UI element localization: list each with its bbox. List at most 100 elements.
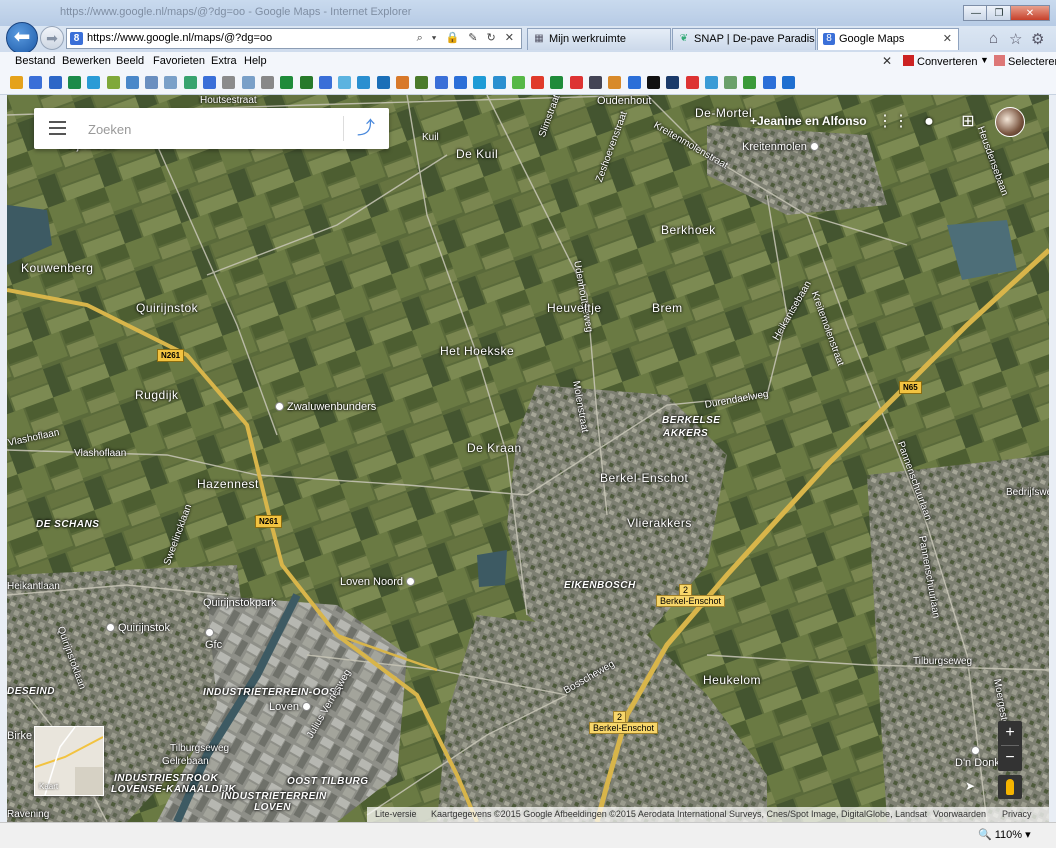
hamburger-menu-icon[interactable] — [49, 121, 66, 135]
window-close-button[interactable]: ✕ — [1010, 5, 1050, 21]
favorite-link-icon[interactable] — [627, 76, 641, 89]
favorite-link-icon[interactable] — [724, 76, 738, 89]
favorite-link-icon[interactable] — [222, 76, 236, 89]
home-icon[interactable]: ⌂ — [989, 30, 998, 47]
avatar[interactable] — [995, 107, 1025, 137]
tab-google-maps[interactable]: 8 Google Maps ✕ — [817, 28, 959, 50]
close-toolbar-icon[interactable]: ✕ — [882, 54, 892, 68]
poi-kreitenmolen[interactable]: Kreitenmolen — [742, 141, 822, 153]
place-label: Berkhoek — [661, 223, 716, 237]
back-button[interactable]: ⬅ — [6, 22, 38, 54]
poi-label: Zwaluwenbunders — [287, 401, 377, 413]
poi-loven[interactable]: Loven — [269, 701, 314, 713]
poi-gfc[interactable]: Gfc — [205, 627, 222, 651]
favorite-link-icon[interactable] — [280, 76, 294, 89]
search-input[interactable] — [86, 118, 330, 140]
favorite-link-icon[interactable] — [473, 76, 487, 89]
place-label: LOVEN — [254, 802, 291, 813]
poi-zwaluwenbunders[interactable]: Zwaluwenbunders — [275, 401, 376, 413]
street-view-pegman-icon[interactable] — [998, 775, 1022, 799]
directions-icon[interactable]: ⤴ — [356, 118, 376, 138]
search-divider — [343, 116, 344, 141]
convert-button[interactable]: Converteren — [903, 55, 978, 68]
favorite-link-icon[interactable] — [203, 76, 216, 89]
menu-extra[interactable]: Extra — [211, 55, 237, 67]
address-bar-icons[interactable]: ⌕ ▾ 🔒 ✎ ↻ ✕ — [417, 31, 517, 45]
favorite-link-icon[interactable] — [10, 76, 23, 89]
favorite-link-icon[interactable] — [357, 76, 371, 89]
user-name-link[interactable]: +Jeanine en Alfonso — [750, 114, 867, 128]
zoom-out-button[interactable]: − — [998, 746, 1022, 770]
favorite-link-icon[interactable] — [396, 76, 409, 89]
apps-grid-icon[interactable]: ⋮⋮ — [877, 111, 909, 133]
favorite-link-icon[interactable] — [299, 76, 313, 89]
favorite-link-icon[interactable] — [260, 76, 274, 89]
favorite-link-icon[interactable] — [569, 76, 583, 89]
favorite-link-icon[interactable] — [318, 76, 332, 89]
privacy-link[interactable]: Privacy — [1002, 809, 1032, 819]
favorite-link-icon[interactable] — [48, 76, 62, 89]
address-url[interactable]: https://www.google.nl/maps/@?dg=oo — [87, 32, 272, 44]
favorite-link-icon[interactable] — [782, 76, 795, 89]
forward-button[interactable]: ➡ — [40, 26, 64, 50]
poi-loven-noord[interactable]: Loven Noord — [340, 576, 418, 588]
favorite-link-icon[interactable] — [743, 76, 757, 89]
favorite-link-icon[interactable] — [415, 76, 429, 89]
menu-help[interactable]: Help — [244, 55, 267, 67]
menu-favorieten[interactable]: Favorieten — [153, 55, 205, 67]
favorite-link-icon[interactable] — [434, 76, 448, 89]
favorite-link-icon[interactable] — [338, 76, 352, 89]
satellite-map[interactable]: Houtsestraat Oudenhout De-Mortel Kuil De Kui… — [7, 95, 1049, 822]
favorite-link-icon[interactable] — [376, 76, 390, 89]
favorite-link-icon[interactable] — [511, 76, 525, 89]
favorite-link-icon[interactable] — [492, 76, 506, 89]
compass-icon[interactable]: ➤ — [961, 779, 979, 797]
poi-quirijnstok[interactable]: Quirijnstok — [106, 622, 170, 634]
window-titlebar: https://www.google.nl/maps/@?dg=oo - Goo… — [0, 0, 1056, 26]
map-imagery[interactable] — [7, 95, 1049, 822]
gear-icon[interactable]: ⚙ — [1031, 30, 1044, 48]
poi-dn-donk[interactable]: D'n Donk — [955, 745, 1000, 769]
window-title: https://www.google.nl/maps/@?dg=oo - Goo… — [60, 6, 412, 18]
favorite-link-icon[interactable] — [589, 76, 602, 89]
select-button[interactable]: Selecteren — [994, 55, 1056, 68]
maximize-button[interactable]: ❐ — [986, 5, 1012, 21]
address-bar[interactable]: 8 https://www.google.nl/maps/@?dg=oo ⌕ ▾… — [66, 28, 522, 49]
menu-bestand[interactable]: Bestand — [15, 55, 55, 67]
share-icon[interactable]: ⊞ — [957, 111, 979, 133]
terms-link[interactable]: Voorwaarden — [933, 809, 986, 819]
favorite-link-icon[interactable] — [685, 76, 699, 89]
lite-mode-link[interactable]: Lite-versie — [375, 809, 417, 819]
favorite-link-icon[interactable] — [762, 76, 776, 89]
star-icon[interactable]: ☆ — [1009, 30, 1022, 48]
status-bar: 🔍 110% ▾ — [0, 822, 1056, 848]
favorite-link-icon[interactable] — [550, 76, 564, 89]
favorite-link-icon[interactable] — [666, 76, 680, 89]
favorite-link-icon[interactable] — [241, 76, 255, 89]
favorite-link-icon[interactable] — [67, 76, 81, 89]
chevron-down-icon[interactable]: ▼ — [980, 55, 989, 65]
menu-beeld[interactable]: Beeld — [116, 55, 144, 67]
favorite-link-icon[interactable] — [87, 76, 101, 89]
place-label: DE SCHANS — [36, 519, 100, 530]
favorite-link-icon[interactable] — [453, 76, 467, 89]
favorite-link-icon[interactable] — [164, 76, 178, 89]
favorite-link-icon[interactable] — [125, 76, 139, 89]
favorite-link-icon[interactable] — [704, 76, 718, 89]
favorite-link-icon[interactable] — [29, 76, 43, 89]
favorite-link-icon[interactable] — [646, 76, 660, 89]
favorite-link-icon[interactable] — [531, 76, 545, 89]
favorite-link-icon[interactable] — [608, 76, 622, 89]
favorite-link-icon[interactable] — [106, 76, 120, 89]
zoom-control: + − — [998, 721, 1022, 771]
favorite-link-icon[interactable] — [183, 76, 197, 89]
tab-snap[interactable]: ❦ SNAP | De-pave Paradise i... — [672, 28, 816, 50]
menu-bewerken[interactable]: Bewerken — [62, 55, 111, 67]
tab-mijn-werkruimte[interactable]: ▦ Mijn werkruimte — [527, 28, 671, 50]
notifications-icon[interactable]: ● — [918, 111, 940, 133]
favorite-link-icon[interactable] — [145, 76, 159, 89]
map-type-toggle[interactable]: Kaart — [34, 726, 104, 796]
zoom-in-button[interactable]: + — [998, 721, 1022, 745]
close-tab-icon[interactable]: ✕ — [943, 32, 952, 45]
zoom-level-indicator[interactable]: 🔍 110% ▾ — [978, 828, 1031, 841]
